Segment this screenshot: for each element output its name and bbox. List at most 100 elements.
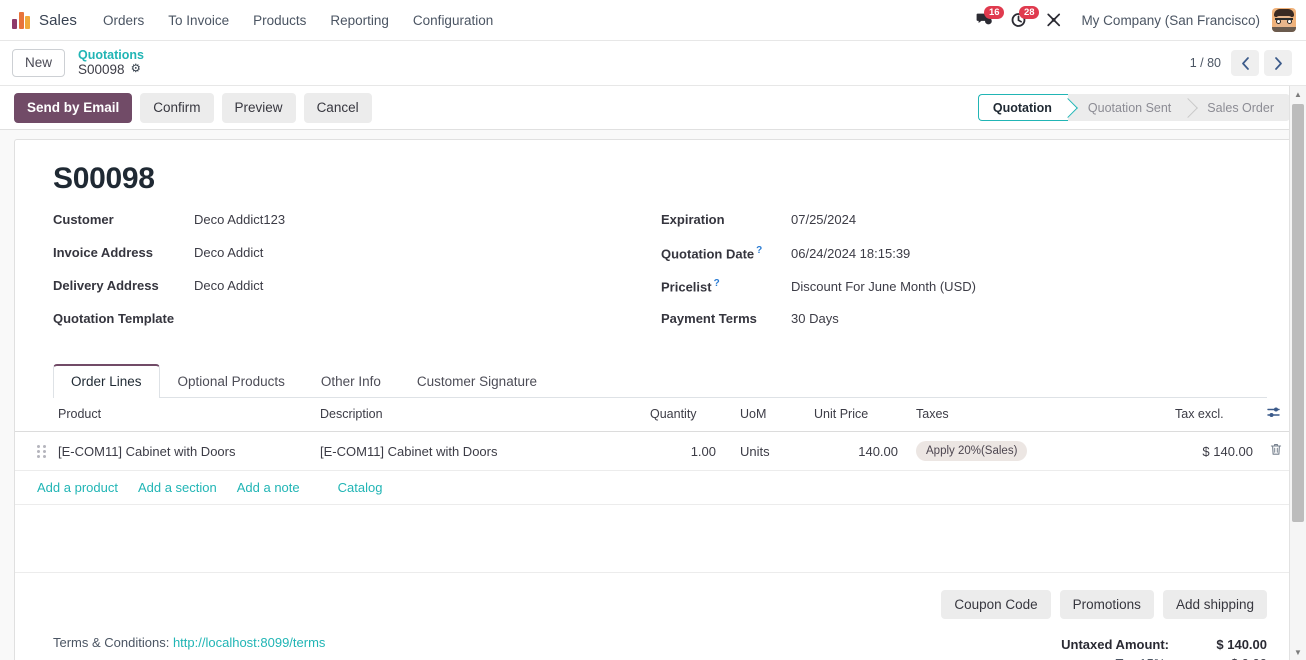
field-quotation-template: Quotation Template [39, 311, 653, 344]
total-untaxed-label: Untaxed Amount: [1061, 637, 1169, 652]
row-drag-cell [15, 431, 52, 471]
cell-tax-excl: $ 140.00 [1169, 431, 1261, 471]
field-payment-terms-value[interactable]: 30 Days [791, 311, 839, 326]
gear-icon[interactable]: ⚙ [131, 64, 141, 76]
field-quotation-date: Quotation Date? 06/24/2024 18:15:39 [661, 245, 1267, 278]
tab-order-lines[interactable]: Order Lines [53, 364, 160, 398]
add-a-product-link[interactable]: Add a product [37, 480, 118, 495]
app-brand[interactable]: Sales [12, 11, 78, 29]
help-tooltip-icon[interactable]: ? [756, 245, 762, 256]
table-row[interactable]: [E-COM11] Cabinet with Doors [E-COM11] C… [15, 431, 1291, 471]
table-header-row: Product Description Quantity UoM Unit Pr… [15, 398, 1291, 432]
pager-next-button[interactable] [1264, 50, 1292, 76]
drag-handle-icon[interactable] [37, 444, 46, 458]
col-drag [15, 398, 52, 432]
debug-menu-button[interactable] [1039, 8, 1069, 32]
coupon-code-button[interactable]: Coupon Code [941, 590, 1051, 619]
tab-customer-signature[interactable]: Customer Signature [399, 364, 555, 398]
field-quotation-template-label: Quotation Template [53, 311, 175, 326]
cell-description[interactable]: [E-COM11] Cabinet with Doors [314, 431, 644, 471]
tab-other-info[interactable]: Other Info [303, 364, 399, 398]
company-switcher[interactable]: My Company (San Francisco) [1073, 13, 1268, 28]
add-shipping-button[interactable]: Add shipping [1162, 590, 1267, 619]
status-badge[interactable]: Apply 20%(Sales) [916, 441, 1028, 461]
cell-uom[interactable]: Units [722, 431, 808, 471]
new-record-button[interactable]: New [12, 49, 66, 77]
field-payment-terms: Payment Terms 30 Days [661, 311, 1267, 344]
trash-icon[interactable] [1270, 444, 1282, 459]
totals-block: Untaxed Amount: $ 140.00 Tax 15%: $ 0.00 [967, 635, 1267, 660]
status-stage-sales-order[interactable]: Sales Order [1187, 94, 1290, 121]
tab-optional-products[interactable]: Optional Products [160, 364, 303, 398]
cell-taxes[interactable]: Apply 20%(Sales) [904, 431, 1169, 471]
col-uom[interactable]: UoM [722, 398, 808, 432]
field-pricelist-value[interactable]: Discount For June Month (USD) [791, 279, 976, 294]
vertical-scrollbar[interactable]: ▲ ▼ [1289, 86, 1306, 660]
menu-item-configuration[interactable]: Configuration [401, 7, 505, 34]
status-stage-quotation[interactable]: Quotation [977, 94, 1068, 121]
field-quotation-date-value[interactable]: 06/24/2024 18:15:39 [791, 246, 910, 261]
activities-badge: 28 [1019, 6, 1040, 19]
preview-button[interactable]: Preview [221, 92, 296, 123]
help-tooltip-icon[interactable]: ? [714, 278, 720, 289]
status-stage-quotation-sent[interactable]: Quotation Sent [1067, 94, 1188, 121]
cell-quantity[interactable]: 1.00 [644, 431, 722, 471]
pager: 1 / 80 [1190, 50, 1292, 76]
activities-button[interactable]: 28 [1004, 6, 1040, 32]
sheet-footer: Terms & Conditions: http://localhost:809… [39, 619, 1267, 660]
status-bar: Quotation Quotation Sent Sales Order [977, 94, 1290, 121]
total-tax-value: $ 0.00 [1183, 656, 1267, 660]
col-quantity[interactable]: Quantity [644, 398, 722, 432]
promotions-button[interactable]: Promotions [1059, 590, 1154, 619]
menu-item-orders[interactable]: Orders [91, 7, 156, 34]
cell-unit-price[interactable]: 140.00 [808, 431, 904, 471]
menu-item-products[interactable]: Products [241, 7, 318, 34]
field-customer: Customer Deco Addict123 [39, 212, 653, 245]
col-taxes[interactable]: Taxes [904, 398, 1169, 432]
scroll-down-arrow-icon[interactable]: ▼ [1290, 644, 1306, 660]
messages-button[interactable]: 16 [969, 6, 1005, 32]
chevron-left-icon [1241, 56, 1249, 70]
order-lines-table: Product Description Quantity UoM Unit Pr… [15, 398, 1291, 573]
field-delivery-address-value[interactable]: Deco Addict [194, 278, 263, 293]
cancel-button[interactable]: Cancel [303, 92, 372, 123]
col-product[interactable]: Product [52, 398, 314, 432]
catalog-link[interactable]: Catalog [338, 480, 383, 495]
confirm-button[interactable]: Confirm [140, 92, 214, 123]
field-invoice-address-value[interactable]: Deco Addict [194, 245, 263, 260]
menu-item-to-invoice[interactable]: To Invoice [156, 7, 241, 34]
menu-item-reporting[interactable]: Reporting [318, 7, 401, 34]
add-line-cell: Add a product Add a section Add a note C… [15, 470, 1291, 505]
col-unit-price[interactable]: Unit Price [808, 398, 904, 432]
add-a-note-link[interactable]: Add a note [237, 480, 300, 495]
terms-url-link[interactable]: http://localhost:8099/terms [173, 635, 325, 650]
main-menu: Orders To Invoice Products Reporting Con… [91, 7, 505, 34]
field-invoice-address: Invoice Address Deco Addict [39, 245, 653, 278]
field-customer-value[interactable]: Deco Addict123 [194, 212, 285, 227]
col-description[interactable]: Description [314, 398, 644, 432]
field-quotation-date-label: Quotation Date? [661, 245, 763, 262]
total-tax-label: Tax 15%: [1116, 656, 1183, 660]
field-customer-label: Customer [53, 212, 114, 227]
scrollbar-thumb[interactable] [1292, 104, 1304, 522]
breadcrumb-current-label: S00098 [78, 62, 125, 78]
send-by-email-button[interactable]: Send by Email [14, 92, 133, 123]
scroll-up-arrow-icon[interactable]: ▲ [1290, 86, 1306, 102]
empty-rows-filler [15, 504, 1291, 573]
control-panel: New Quotations S00098 ⚙ 1 / 80 [0, 41, 1306, 86]
chevron-right-icon [1274, 56, 1282, 70]
pager-previous-button[interactable] [1231, 50, 1259, 76]
breadcrumb-item-quotations[interactable]: Quotations [78, 48, 144, 62]
user-avatar[interactable] [1272, 8, 1296, 32]
col-tax-excl[interactable]: Tax excl. [1169, 398, 1261, 432]
terms-and-conditions: Terms & Conditions: http://localhost:809… [39, 635, 325, 650]
field-pricelist-label: Pricelist? [661, 278, 720, 295]
pager-counter[interactable]: 1 / 80 [1190, 56, 1221, 70]
column-options-icon[interactable] [1267, 406, 1281, 422]
add-a-section-link[interactable]: Add a section [138, 480, 217, 495]
bug-wrench-icon [1047, 13, 1061, 27]
field-expiration-value[interactable]: 07/25/2024 [791, 212, 856, 227]
cell-product[interactable]: [E-COM11] Cabinet with Doors [52, 431, 314, 471]
terms-label: Terms & Conditions: [53, 635, 170, 650]
app-brand-label: Sales [39, 11, 78, 29]
